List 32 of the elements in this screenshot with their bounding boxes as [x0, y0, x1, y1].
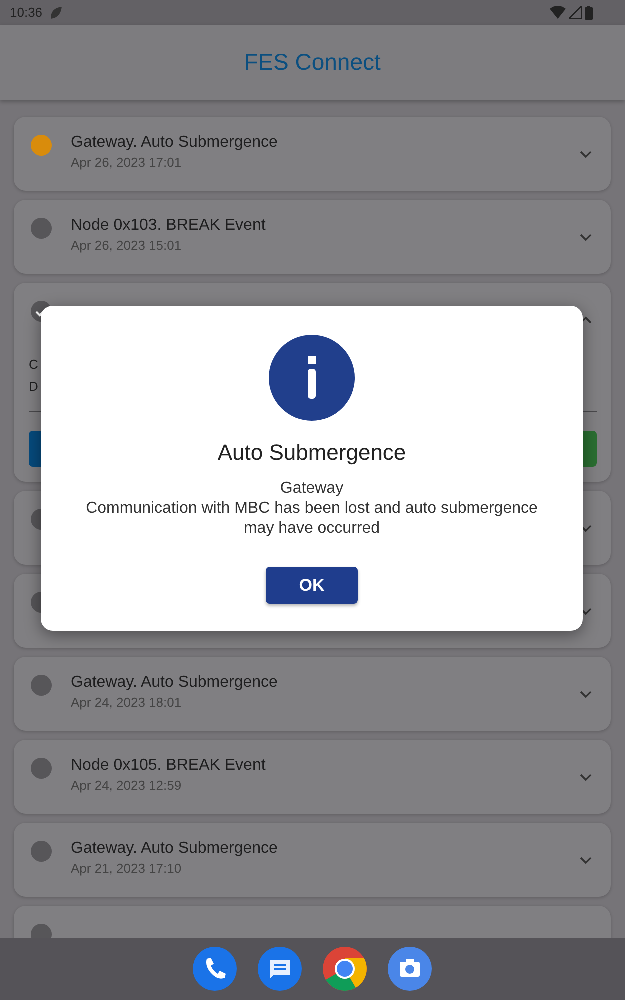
- event-date: Apr 21, 2023 17:10: [71, 861, 183, 876]
- event-date: Apr 26, 2023 15:01: [71, 238, 183, 253]
- event-title: Gateway. Auto Submergence: [71, 840, 279, 858]
- event-date: Apr 26, 2023 17:01: [71, 155, 183, 170]
- wifi-icon: [550, 6, 566, 19]
- phone-icon[interactable]: [193, 947, 237, 991]
- event-card[interactable]: Gateway. Auto Submergence Apr 24, 2023 18:01: [14, 657, 611, 731]
- message-icon[interactable]: [258, 947, 302, 991]
- dialog-message: Communication with MBC has been lost and auto submergence may have occurred: [85, 499, 539, 539]
- event-title: Gateway. Auto Submergence: [71, 134, 279, 152]
- detail-text: D: [29, 379, 38, 394]
- battery-icon: [585, 6, 593, 20]
- dialog-source: Gateway: [280, 479, 344, 499]
- app-title: FES Connect: [244, 49, 381, 76]
- info-icon: [269, 335, 355, 421]
- ok-button[interactable]: OK: [266, 567, 358, 604]
- event-date: Apr 24, 2023 12:59: [71, 778, 183, 793]
- event-date: Apr 24, 2023 18:01: [71, 695, 183, 710]
- signal-icon: [569, 6, 582, 19]
- detail-text: C: [29, 357, 38, 372]
- event-title: Node 0x105. BREAK Event: [71, 757, 267, 775]
- event-card[interactable]: Gateway. Auto Submergence Apr 21, 2023 17:10: [14, 823, 611, 897]
- event-card[interactable]: Node 0x105. BREAK Event Apr 24, 2023 12:59: [14, 740, 611, 814]
- event-card[interactable]: Gateway. Auto Submergence Apr 26, 2023 17:01: [14, 117, 611, 191]
- event-title: Node 0x103. BREAK Event: [71, 217, 267, 235]
- browser-icon[interactable]: [323, 947, 367, 991]
- clock: 10:36: [10, 5, 43, 20]
- dialog-title: Auto Submergence: [218, 440, 406, 466]
- event-title: Gateway. Auto Submergence: [71, 674, 279, 692]
- camera-icon[interactable]: [388, 947, 432, 991]
- event-card[interactable]: Node 0x103. BREAK Event Apr 26, 2023 15:01: [14, 200, 611, 274]
- leaf-icon: [48, 6, 63, 20]
